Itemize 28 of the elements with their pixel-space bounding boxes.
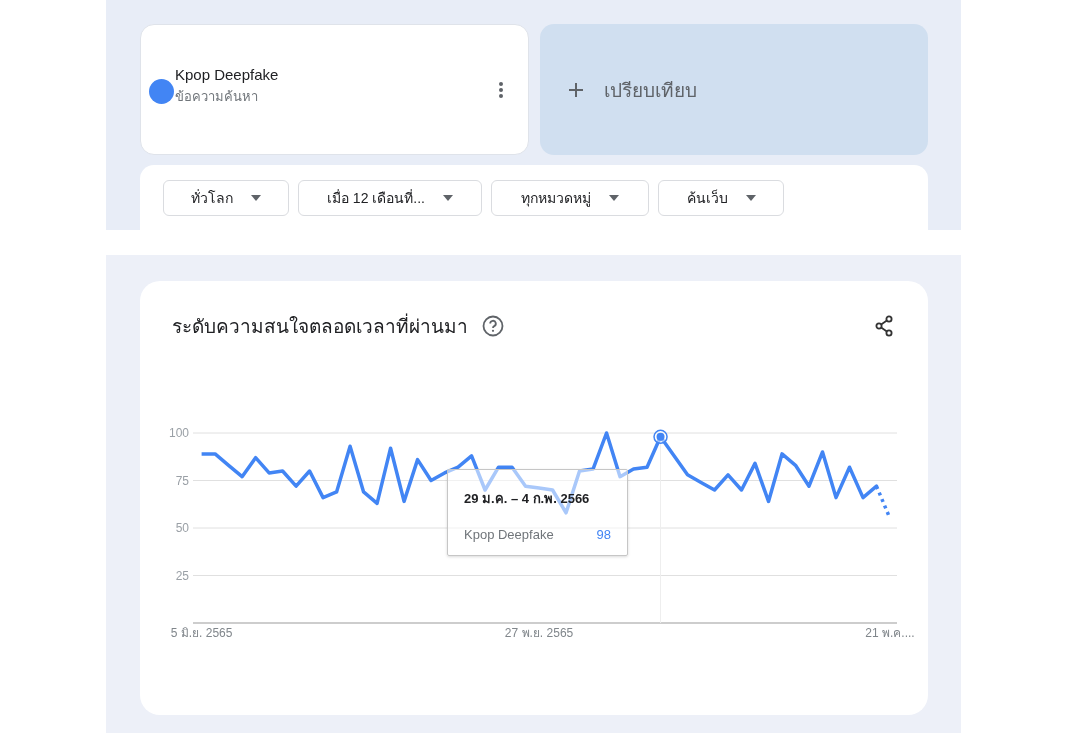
filter-dropdown[interactable]: เมื่อ 12 เดือนที่... [298,180,482,216]
y-axis-label: 100 [168,426,189,440]
search-term-type: ข้อความค้นหา [175,88,259,106]
filter-dropdown[interactable]: ทั่วโลก [163,180,289,216]
hover-point [653,429,668,445]
tooltip-series-name: Kpop Deepfake [464,527,554,542]
tooltip-date: 29 ม.ค. – 4 ก.พ. 2566 [464,490,591,508]
series-dot [149,79,174,104]
filter-dropdown[interactable]: ค้นเว็บ [658,180,784,216]
compare-button[interactable]: เปรียบเทียบ [539,24,928,155]
y-axis-label: 25 [175,568,189,583]
caret-icon [745,195,756,201]
help-icon[interactable] [482,315,504,337]
x-axis-label: 5 มิ.ย. 2565 [170,626,233,640]
y-axis-label: 50 [175,521,189,535]
tooltip-value: 98 [596,527,611,542]
more-options-icon[interactable] [497,80,504,99]
share-icon[interactable] [874,315,894,337]
x-axis-label: 21 พ.ค.... [865,626,915,640]
caret-icon [609,195,619,201]
caret-icon [443,195,453,201]
x-axis-label: 27 พ.ย. 2565 [504,626,574,640]
plus-icon [567,81,584,98]
chart-title: ระดับความสนใจตลอดเวลาที่ผ่านมา [172,311,468,341]
caret-icon [251,195,261,201]
filter-dropdown[interactable]: ทุกหมวดหมู่ [491,180,649,216]
y-axis-label: 75 [175,473,189,488]
search-term: Kpop Deepfake [175,66,280,83]
